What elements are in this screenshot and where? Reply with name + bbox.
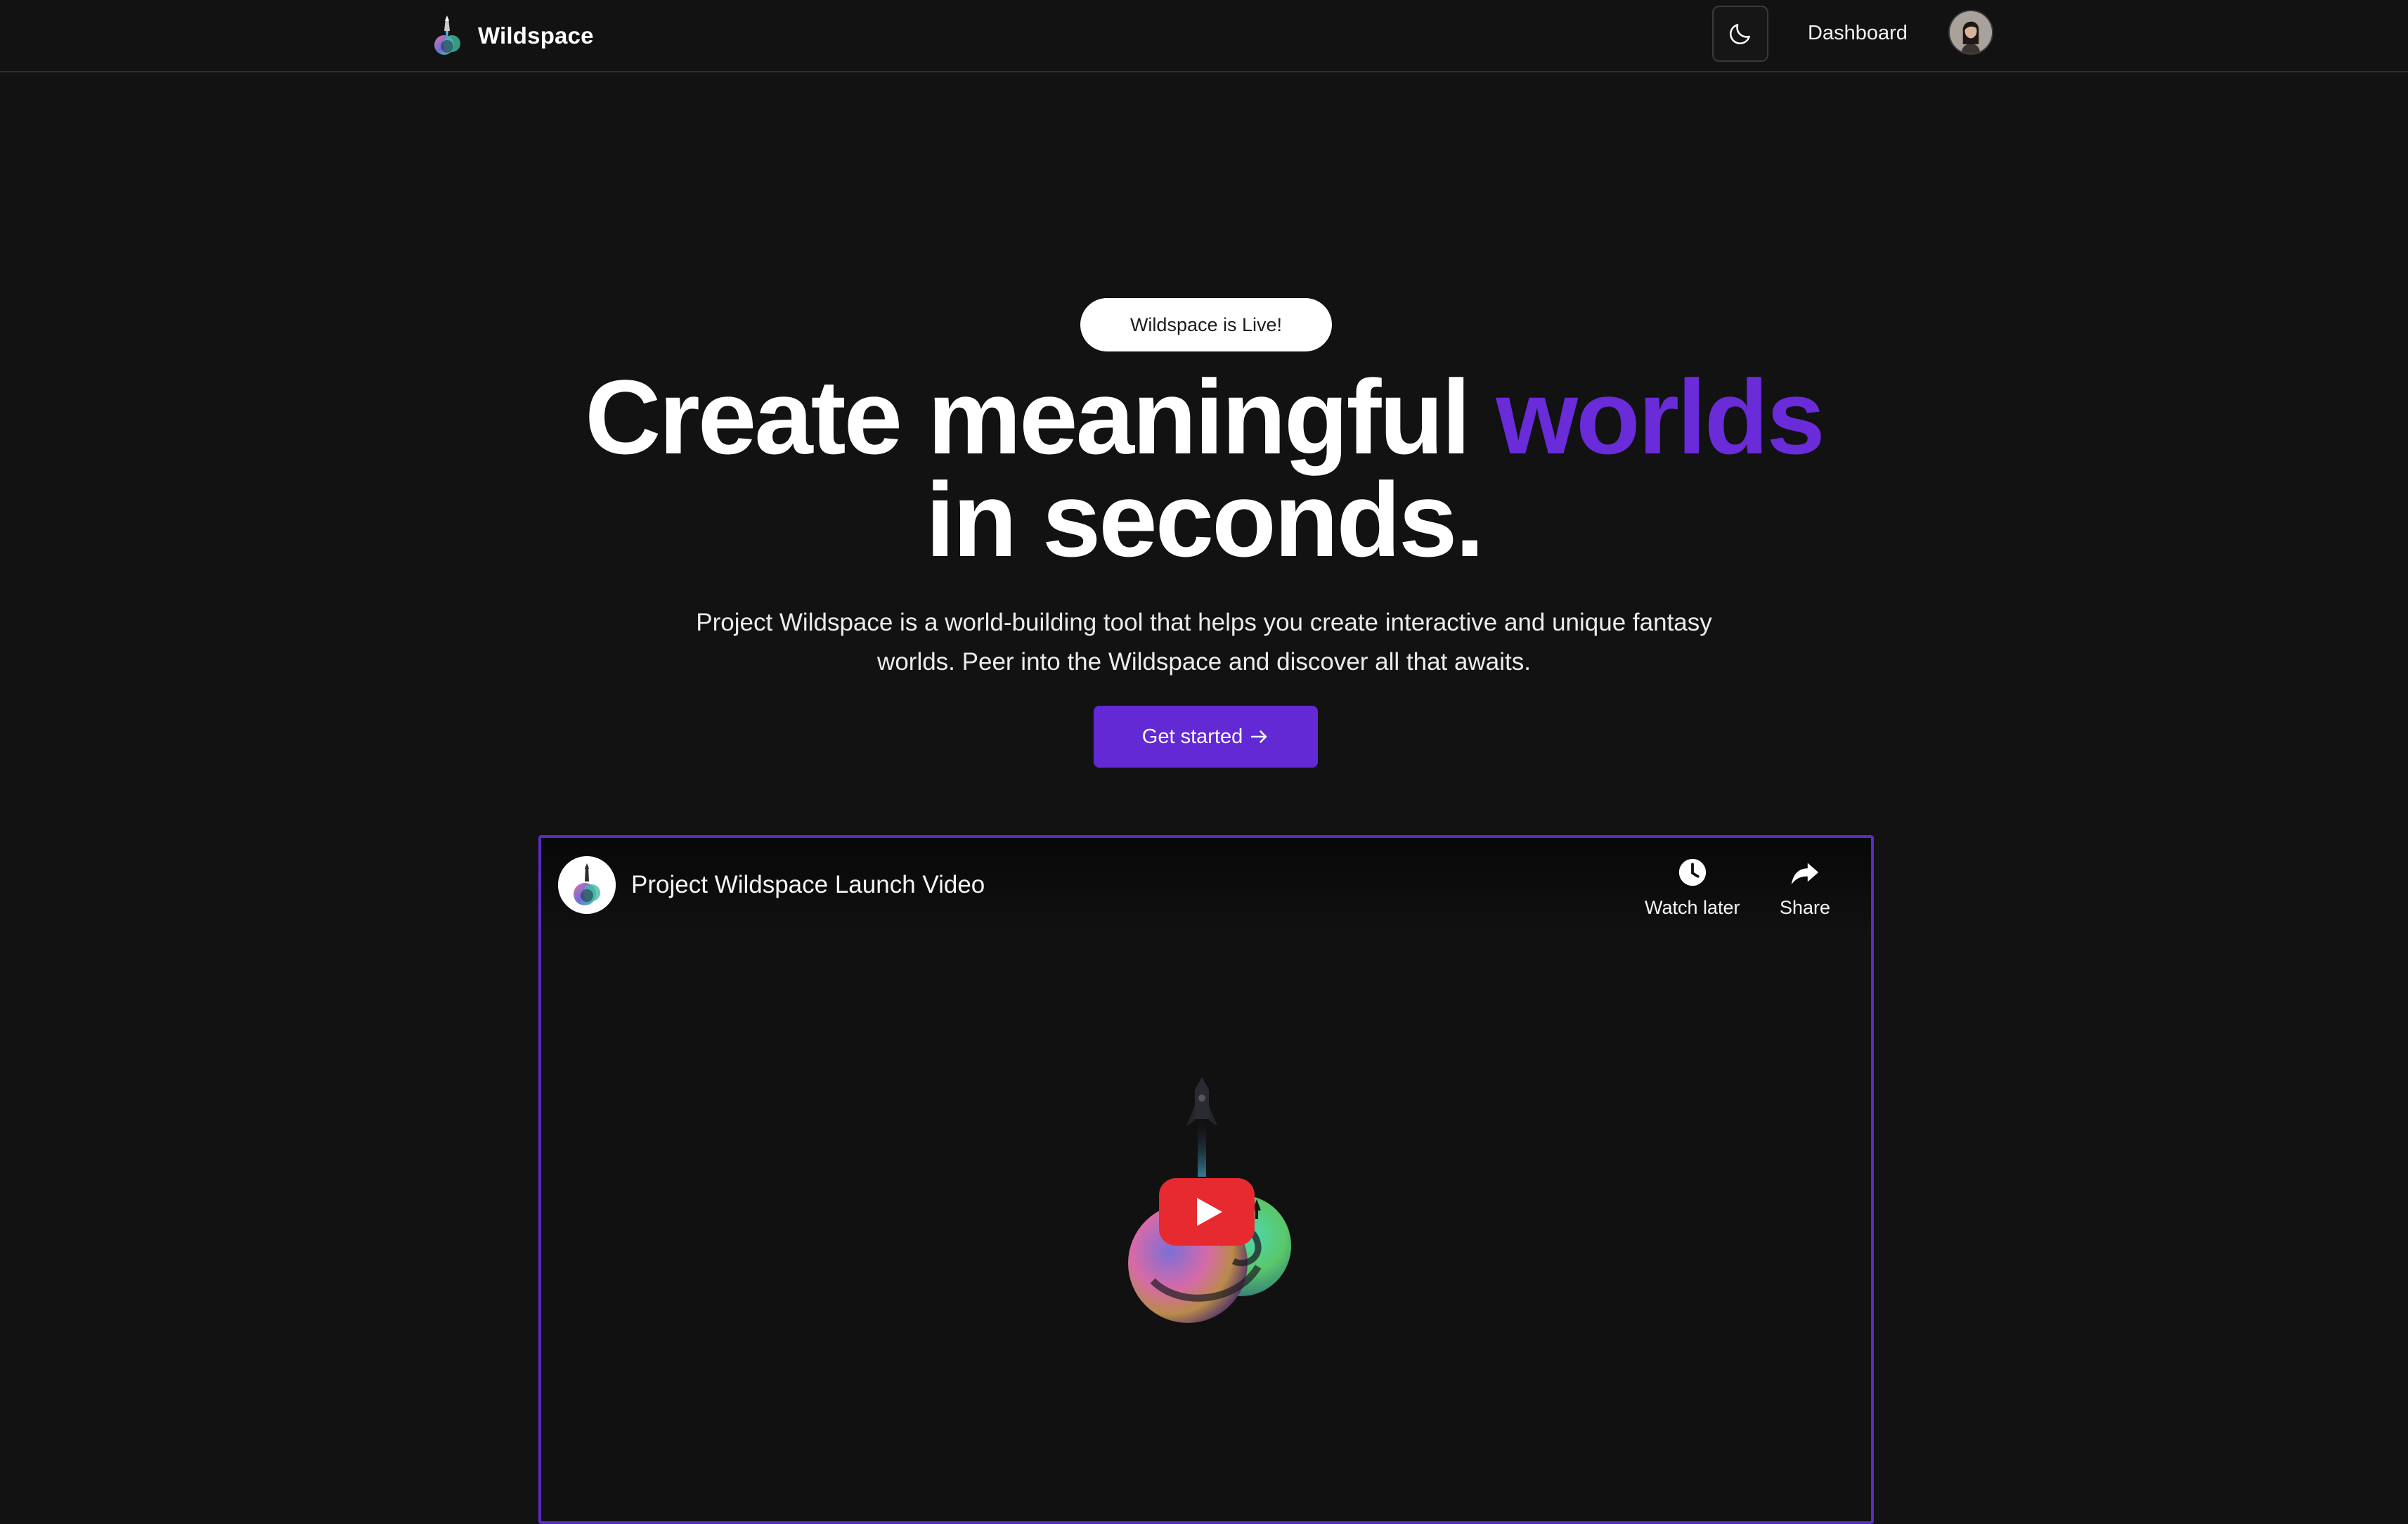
watch-later-label: Watch later	[1645, 897, 1740, 918]
channel-avatar[interactable]	[558, 856, 616, 914]
arrow-right-icon	[1250, 730, 1267, 743]
channel-logo-icon	[558, 856, 616, 914]
user-avatar[interactable]	[1948, 10, 1993, 55]
theme-toggle-button[interactable]	[1712, 6, 1768, 62]
moon-icon	[1730, 24, 1750, 44]
headline-part1: Create meaningful	[585, 358, 1496, 476]
share-arrow-icon	[1791, 863, 1819, 885]
share-button[interactable]: Share	[1780, 856, 1830, 919]
top-navbar: Wildspace Dashboard	[0, 0, 2408, 72]
get-started-label: Get started	[1141, 725, 1243, 748]
brand-home-link[interactable]: Wildspace	[430, 15, 594, 56]
video-title[interactable]: Project Wildspace Launch Video	[631, 869, 985, 901]
brand-name: Wildspace	[478, 22, 594, 49]
hero-description: Project Wildspace is a world-building to…	[696, 609, 1712, 676]
wildspace-logo-icon	[434, 15, 460, 55]
headline-line2: in seconds.	[925, 460, 1484, 579]
youtube-play-button[interactable]	[1159, 1178, 1255, 1246]
headline-accent-word: worlds	[1496, 358, 1825, 476]
hero-headline: Create meaningful worlds in seconds.	[0, 364, 2408, 572]
youtube-play-icon	[1159, 1178, 1255, 1246]
share-label: Share	[1780, 897, 1831, 918]
get-started-button[interactable]: Get started	[1094, 706, 1318, 768]
user-avatar-image	[1950, 11, 1992, 53]
dashboard-link[interactable]: Dashboard	[1808, 18, 1908, 48]
live-status-badge[interactable]: Wildspace is Live!	[1080, 298, 1332, 351]
video-embed[interactable]: Project Wildspace Launch Video Watch lat…	[538, 835, 1874, 1524]
watch-later-button[interactable]: Watch later	[1645, 856, 1740, 919]
clock-icon	[1678, 858, 1706, 886]
